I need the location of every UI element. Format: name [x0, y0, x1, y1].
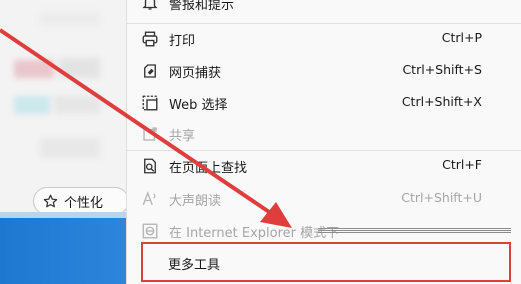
menu-item-find-on-page[interactable]: 在页面上查找 Ctrl+F — [127, 152, 521, 180]
bell-icon — [142, 0, 158, 10]
blurred-content — [60, 58, 100, 78]
menu-item-read-aloud[interactable]: 大声朗读 Ctrl+Shift+U — [127, 185, 521, 213]
strike-overlay — [318, 228, 511, 234]
read-aloud-icon — [142, 191, 156, 206]
personalize-button[interactable]: 个性化 — [33, 187, 128, 215]
shortcut-label: Ctrl+Shift+X — [401, 94, 482, 109]
menu-divider — [127, 23, 521, 24]
star-icon — [43, 194, 58, 207]
shortcut-label: Ctrl+P — [441, 30, 482, 45]
menu-item-label: 打印 — [169, 34, 196, 49]
web-capture-icon — [144, 64, 156, 78]
blurred-content — [14, 96, 50, 114]
share-icon — [143, 127, 157, 141]
web-select-icon — [142, 95, 158, 111]
menu-item-label: 网页捕获 — [169, 66, 222, 81]
menu-item-label: 在 Internet Explorer 模式下 — [169, 226, 340, 241]
menu-item-web-capture[interactable]: 网页捕获 Ctrl+Shift+S — [127, 57, 521, 85]
menu-item-alerts[interactable]: 警报和提示 — [127, 0, 521, 17]
taskbar-area — [0, 212, 128, 284]
personalize-label: 个性化 — [64, 195, 104, 211]
blurred-content — [54, 96, 100, 114]
background-page: 个性化 — [0, 0, 128, 284]
menu-item-label: 在页面上查找 — [169, 161, 248, 176]
shortcut-label: Ctrl+Shift+U — [401, 190, 482, 205]
menu-item-more-tools[interactable]: 更多工具 — [168, 254, 220, 273]
menu-item-print[interactable]: 打印 Ctrl+P — [127, 25, 521, 53]
shortcut-label: Ctrl+Shift+S — [402, 62, 482, 77]
menu-item-label: 共享 — [169, 129, 196, 144]
menu-divider — [127, 150, 521, 151]
blurred-content — [40, 138, 100, 158]
shortcut-label: Ctrl+F — [442, 157, 482, 172]
find-icon — [144, 158, 156, 174]
menu-item-label: Web 选择 — [169, 98, 228, 113]
ie-icon — [142, 223, 158, 239]
menu-item-web-select[interactable]: Web 选择 Ctrl+Shift+X — [127, 89, 521, 117]
blurred-content — [40, 12, 100, 26]
menu-item-label: 警报和提示 — [169, 0, 235, 13]
blurred-content — [14, 60, 54, 78]
printer-icon — [142, 31, 158, 47]
menu-item-share[interactable]: 共享 — [127, 120, 521, 148]
menu-item-label: 大声朗读 — [169, 194, 222, 209]
